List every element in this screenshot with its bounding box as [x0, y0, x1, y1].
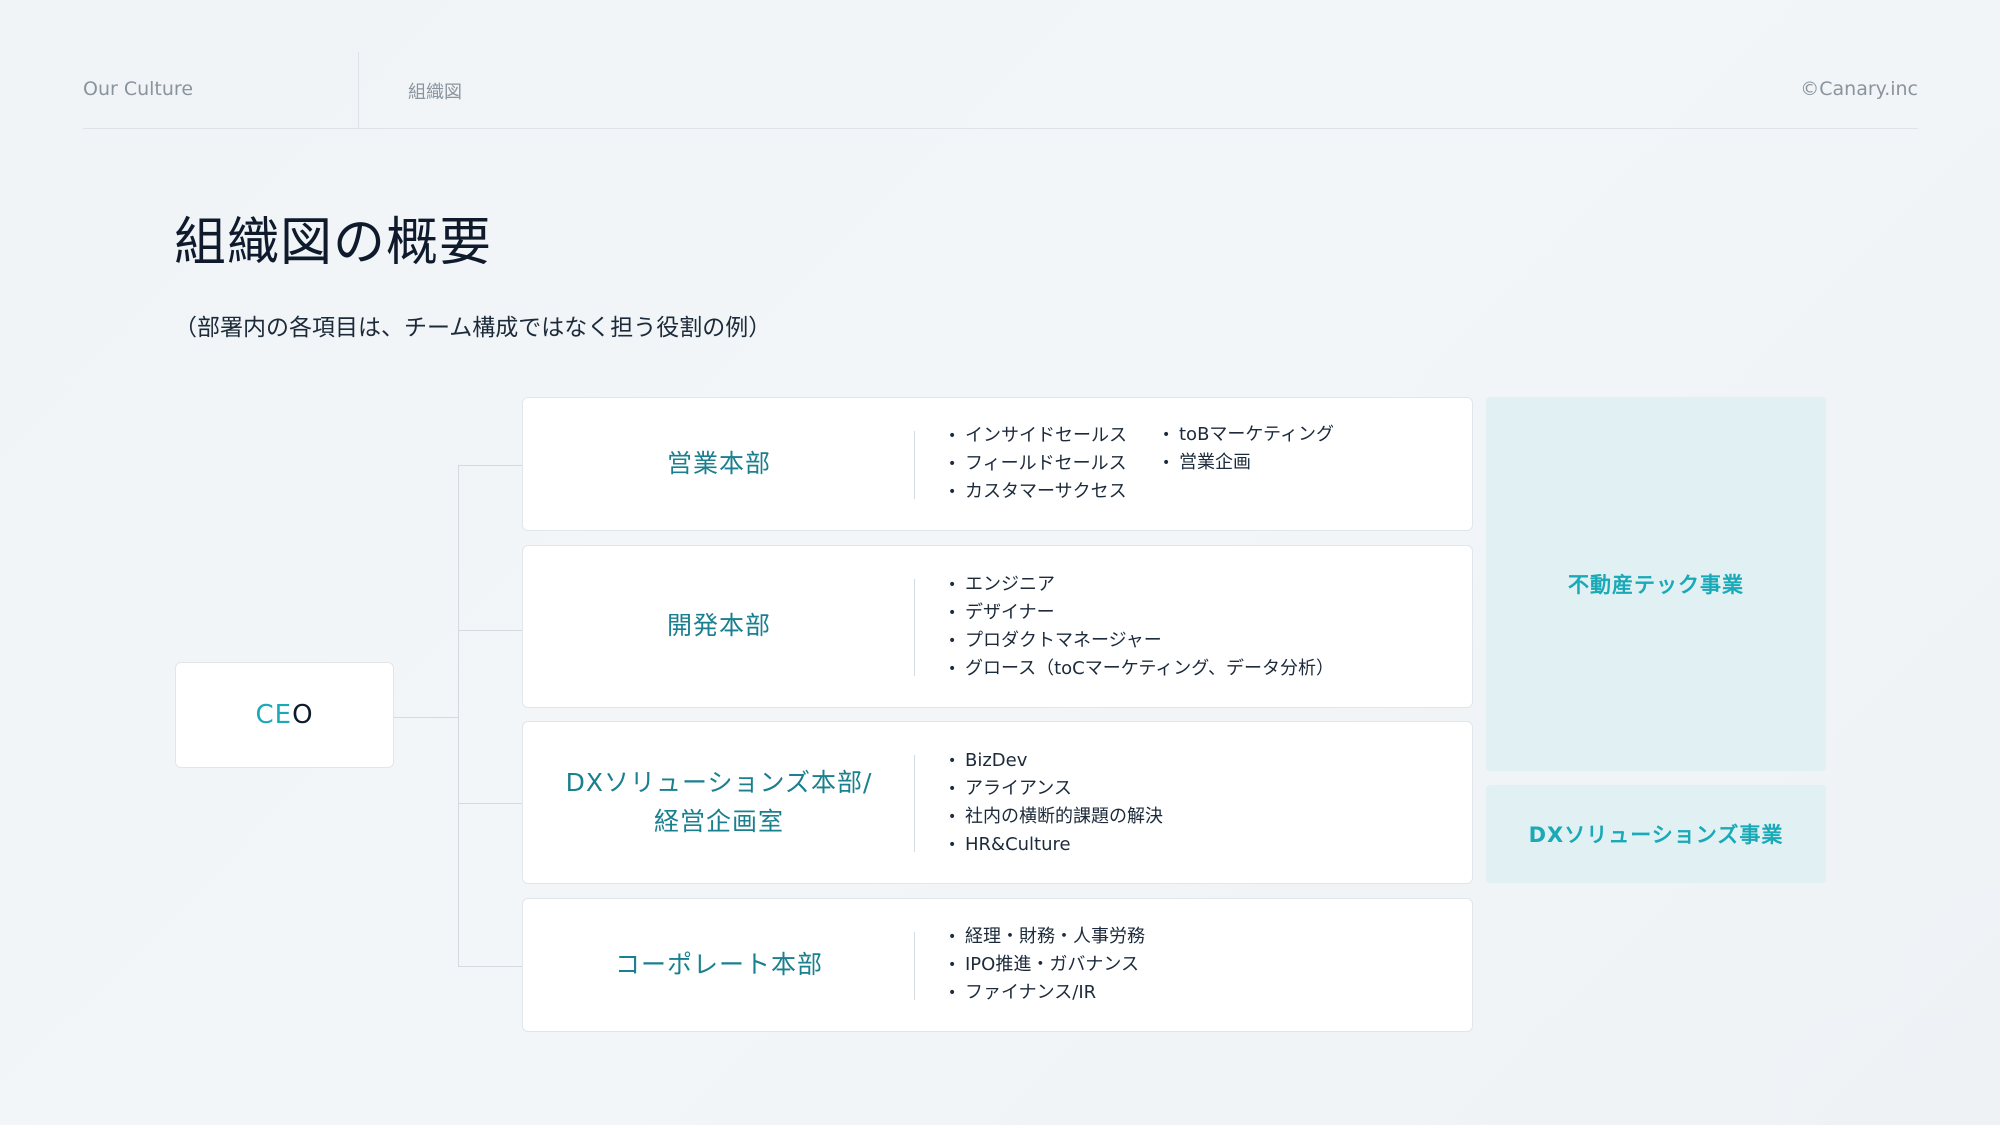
- copyright: ©Canary.inc: [1800, 78, 1918, 100]
- role-item: フィールドセールス: [948, 450, 1148, 478]
- role-item: アライアンス: [948, 775, 1448, 803]
- page-title: 組織図の概要: [174, 213, 493, 273]
- role-list: 経理・財務・人事労務 IPO推進・ガバナンス ファイナンス/IR: [948, 899, 1448, 1031]
- role-item: BizDev: [948, 747, 1448, 775]
- ceo-label-rest: O: [292, 700, 314, 730]
- connector-dept-2: [458, 630, 522, 631]
- section-label: Our Culture: [83, 78, 194, 100]
- department-name: コーポレート本部: [614, 949, 823, 979]
- department-dx-solutions: DXソリューションズ本部/ 経営企画室 BizDev アライアンス 社内の横断的…: [522, 721, 1473, 884]
- role-item: 営業企画: [1162, 449, 1362, 477]
- connector-dept-1: [458, 465, 522, 466]
- connector-dept-4: [458, 966, 522, 967]
- department-name: 営業本部: [666, 448, 771, 478]
- ceo-label-accent: CE: [255, 700, 293, 730]
- department-divider: [914, 579, 915, 676]
- department-divider: [914, 431, 915, 499]
- role-list: インサイドセールス フィールドセールス カスタマーサクセス: [948, 398, 1148, 530]
- business-dx-solutions: DXソリューションズ事業: [1486, 785, 1826, 883]
- department-corporate: コーポレート本部 経理・財務・人事労務 IPO推進・ガバナンス ファイナンス/I…: [522, 898, 1473, 1032]
- department-sales: 営業本部 インサイドセールス フィールドセールス カスタマーサクセス toBマー…: [522, 397, 1473, 531]
- role-list-2: toBマーケティング 営業企画: [1162, 398, 1362, 530]
- role-list: BizDev アライアンス 社内の横断的課題の解決 HR&Culture: [948, 722, 1448, 883]
- role-item: 経理・財務・人事労務: [948, 923, 1448, 951]
- role-item: プロダクトマネージャー: [948, 627, 1448, 655]
- department-name: 開発本部: [666, 611, 771, 641]
- role-item: IPO推進・ガバナンス: [948, 951, 1448, 979]
- department-development: 開発本部 エンジニア デザイナー プロダクトマネージャー グロース（toCマーケ…: [522, 545, 1473, 708]
- role-item: toBマーケティング: [1162, 421, 1362, 449]
- connector-dept-3: [458, 803, 522, 804]
- role-item: HR&Culture: [948, 831, 1448, 859]
- role-item: デザイナー: [948, 599, 1448, 627]
- header: Our Culture 組織図 ©Canary.inc: [83, 52, 1918, 129]
- role-item: カスタマーサクセス: [948, 478, 1148, 506]
- header-divider: [358, 52, 359, 128]
- page-subtitle: （部署内の各項目は、チーム構成ではなく担う役割の例）: [174, 315, 772, 341]
- role-item: グロース（toCマーケティング、データ分析）: [948, 655, 1448, 683]
- role-item: エンジニア: [948, 571, 1448, 599]
- business-fudosan-tech: 不動産テック事業: [1486, 397, 1826, 771]
- department-divider: [914, 932, 915, 1000]
- department-divider: [914, 755, 915, 852]
- breadcrumb: 組織図: [408, 82, 462, 103]
- role-item: ファイナンス/IR: [948, 979, 1448, 1007]
- ceo-box: CE O: [175, 662, 394, 768]
- connector-vertical: [458, 465, 459, 966]
- role-list: エンジニア デザイナー プロダクトマネージャー グロース（toCマーケティング、…: [948, 546, 1448, 707]
- role-item: 社内の横断的課題の解決: [948, 803, 1448, 831]
- connector-ceo: [394, 717, 459, 718]
- department-name: DXソリューションズ本部/ 経営企画室: [565, 767, 873, 836]
- role-item: インサイドセールス: [948, 422, 1148, 450]
